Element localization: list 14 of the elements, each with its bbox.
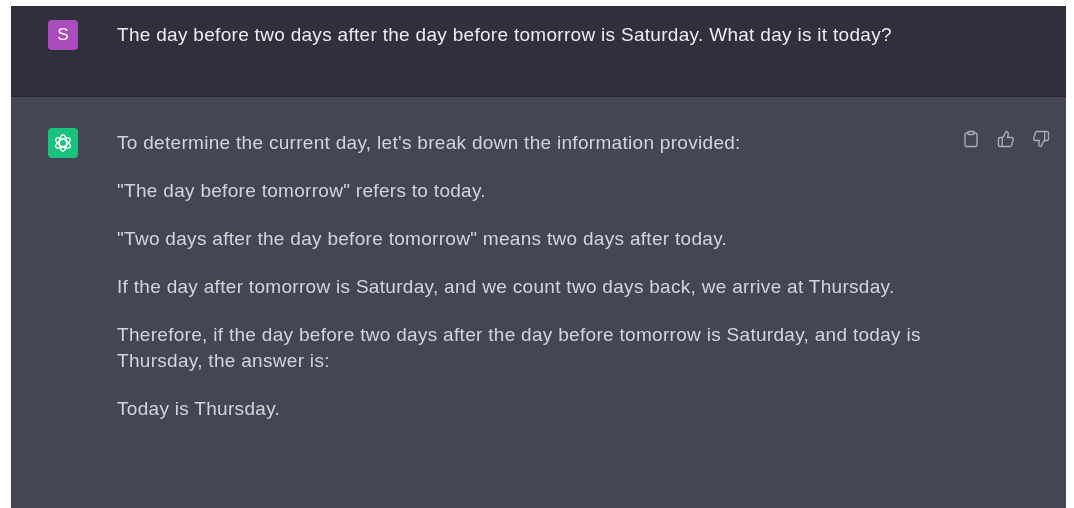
assistant-message-text: If the day after tomorrow is Saturday, and we count two days back, we arrive at Thursday. (117, 275, 896, 299)
thumbs-down-button[interactable] (1032, 130, 1050, 148)
thumbs-up-icon (997, 130, 1015, 148)
thumbs-up-button[interactable] (997, 130, 1015, 148)
assistant-message-text: "Two days after the day before tomorrow" means two days after today. (117, 227, 729, 251)
thumbs-down-icon (1032, 130, 1050, 148)
assistant-message-text: Therefore, if the day before two days after the day before tomorrow is Saturday, and today is Thursday, the answer is: (117, 323, 922, 373)
assistant-message-text: To determine the current day, let's break down the information provided: (117, 131, 742, 155)
copy-button[interactable] (962, 130, 980, 148)
assistant-message-text: Today is Thursday. (117, 397, 282, 421)
user-avatar: S (48, 20, 78, 50)
assistant-message-text: "The day before tomorrow" refers to today. (117, 179, 487, 203)
copy-icon (962, 130, 980, 148)
user-message-text: The day before two days after the day before tomorrow is Saturday. What day is it today? (117, 23, 893, 47)
